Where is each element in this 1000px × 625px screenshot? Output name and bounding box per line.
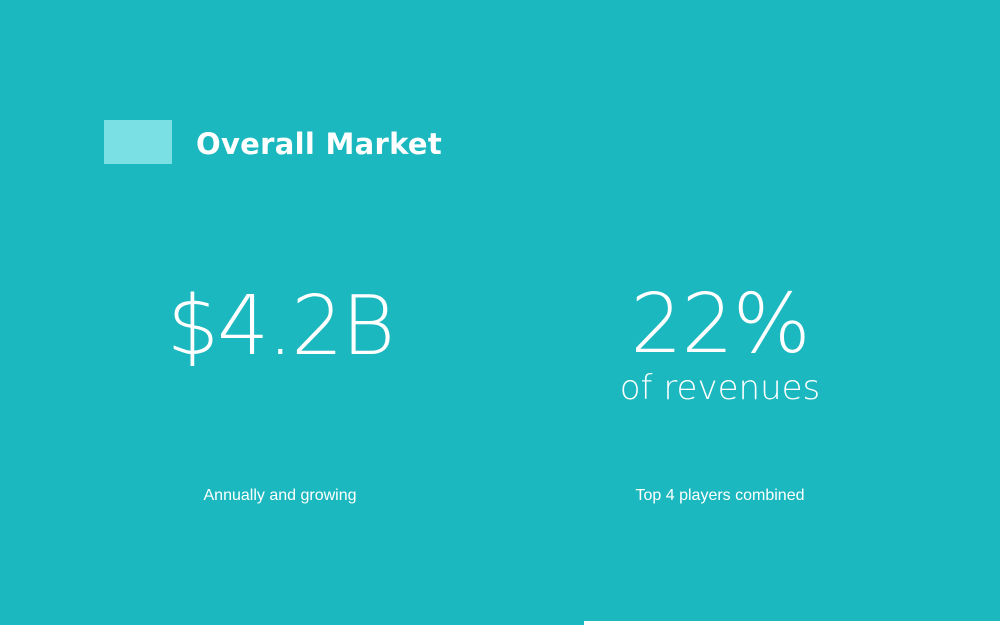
stat-value: 22% (630, 277, 810, 372)
stat-caption: Top 4 players combined (635, 487, 805, 504)
slide-progress-bar (584, 621, 1000, 625)
stat-value: $4.2B (166, 279, 395, 374)
title-accent-block (104, 120, 172, 164)
slide-title: Overall Market (196, 127, 443, 161)
slide: Overall Market $4.2B Annually and growin… (0, 0, 1000, 625)
stat-caption: Annually and growing (203, 487, 357, 504)
stat-subtitle: of revenues (619, 368, 821, 408)
